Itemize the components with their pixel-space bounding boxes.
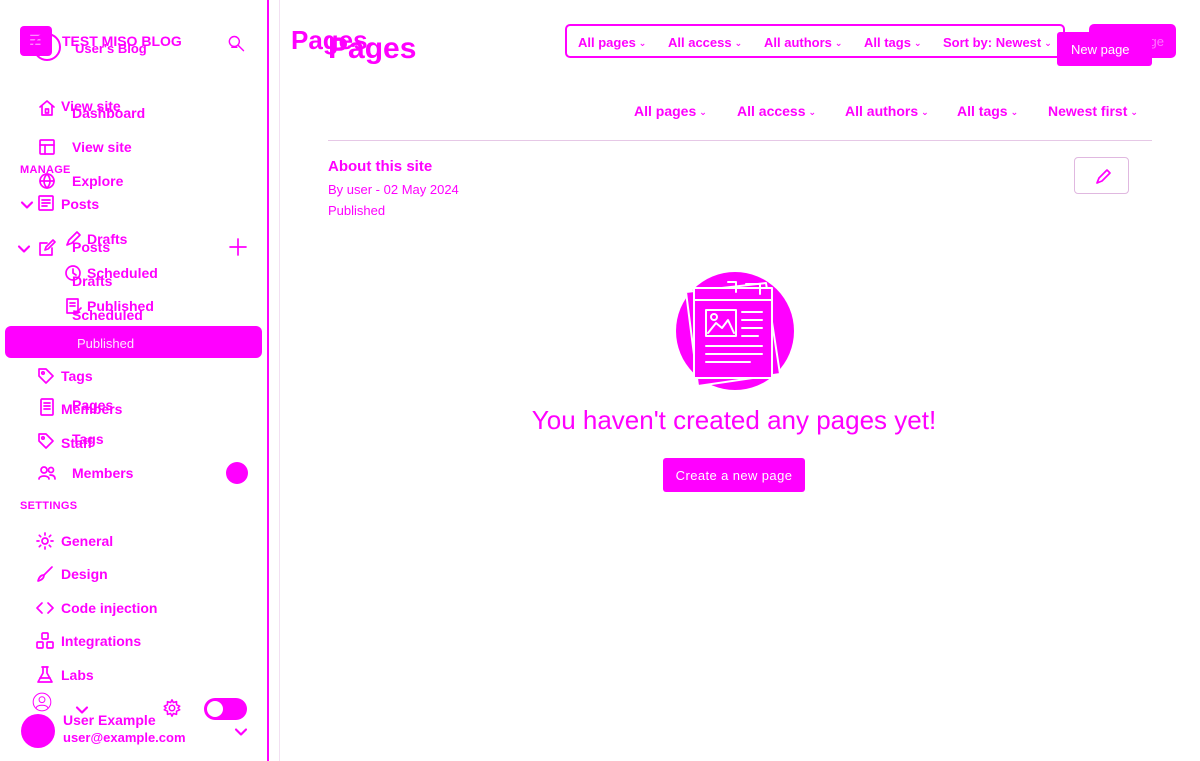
top-filter-tags[interactable]: All tags ⌄: [864, 35, 922, 50]
brush-icon: [35, 564, 55, 584]
top-filter-access[interactable]: All access ⌄: [668, 35, 742, 50]
edit-icon: [37, 238, 57, 258]
code-icon: [35, 598, 55, 618]
user-email: user@example.com: [63, 730, 186, 745]
list-divider: [328, 140, 1152, 141]
user-name: User Example: [63, 712, 156, 728]
nav-tags-a[interactable]: Tags: [61, 368, 93, 384]
members-icon: [37, 463, 57, 483]
item-title: About this site: [328, 158, 433, 175]
posts-icon: [36, 193, 56, 213]
empty-state-message: You haven't created any pages yet!: [531, 405, 937, 435]
item-status: Published: [328, 203, 386, 218]
sidebar: ☰ TEST MISO BLOG User's Blog View site D…: [0, 0, 269, 761]
chevron-down-icon: ⌄: [734, 38, 743, 48]
nav-explore[interactable]: Explore: [72, 173, 123, 189]
chevron-down-icon: ⌄: [1010, 107, 1019, 117]
plus-icon[interactable]: [228, 237, 248, 257]
chevron-down-icon: ⌄: [1130, 107, 1138, 117]
staff-icon: [36, 431, 56, 451]
dark-mode-toggle[interactable]: [204, 698, 247, 720]
nav-staff[interactable]: Staff: [61, 435, 92, 451]
chevron-down-icon: ⌄: [1044, 38, 1052, 48]
toggle-knob: [207, 701, 223, 717]
chevron-down-icon[interactable]: [14, 239, 31, 255]
filter-access[interactable]: All access ⌄: [737, 103, 816, 119]
chevron-down-icon[interactable]: [17, 195, 34, 211]
nav-posts-b[interactable]: Posts: [72, 239, 110, 255]
members-indicator-dot: [226, 462, 248, 484]
tag-icon: [36, 366, 56, 386]
top-filter-authors[interactable]: All authors ⌄: [764, 35, 842, 50]
nav-view-site-b[interactable]: View site: [72, 139, 132, 155]
integrations-icon: [35, 631, 55, 651]
nav-posts-a[interactable]: Posts: [61, 196, 99, 212]
nav-members-b[interactable]: Members: [72, 465, 133, 481]
nav-members-a[interactable]: Members: [61, 401, 122, 417]
chevron-down-icon: ⌄: [913, 38, 922, 48]
filter-pages[interactable]: All pages ⌄: [634, 103, 707, 119]
chevron-down-icon: ⌄: [834, 38, 843, 48]
search-icon[interactable]: [226, 34, 248, 58]
layout-icon: [37, 137, 57, 157]
top-filter-bar: All pages ⌄ All access ⌄ All authors ⌄ All …: [565, 24, 1065, 58]
page-title: Pages: [328, 32, 417, 65]
top-filter-sort[interactable]: Sort by: Newest ⌄: [943, 35, 1052, 50]
settings-section-label: SETTINGS: [20, 500, 78, 512]
top-filter-pages[interactable]: All pages ⌄: [578, 35, 646, 50]
create-page-button[interactable]: Create a new page: [663, 458, 805, 492]
settings-gear-icon[interactable]: [162, 698, 184, 720]
item-byline: By user - 02 May 2024: [328, 182, 459, 197]
empty-pages-illustration: [674, 270, 796, 392]
list-item[interactable]: About this site By user - 02 May 2024 Pu…: [328, 158, 1028, 220]
chevron-down-icon: ⌄: [638, 38, 647, 48]
site-subtitle: User's Blog: [75, 41, 147, 56]
pages-icon: [37, 397, 57, 417]
nav-integrations[interactable]: Integrations: [61, 633, 141, 649]
filter-sort[interactable]: Newest first ⌄: [1048, 103, 1138, 119]
site-avatar-ring: [33, 33, 61, 61]
nav-general[interactable]: General: [61, 533, 113, 549]
nav-active-pages[interactable]: Published: [5, 326, 262, 358]
nav-dashboard[interactable]: Dashboard: [72, 105, 145, 121]
nav-code-injection[interactable]: Code injection: [61, 600, 157, 616]
chevron-down-icon: ⌄: [808, 107, 817, 117]
chevron-down-icon: ⌄: [921, 107, 929, 117]
filter-tags[interactable]: All tags ⌄: [957, 103, 1018, 119]
edit-button[interactable]: [1074, 157, 1129, 194]
flask-icon: [35, 665, 55, 685]
new-page-button[interactable]: New page: [1057, 32, 1152, 66]
content-left-edge: [279, 0, 280, 761]
chevron-down-icon: ⌄: [699, 107, 707, 117]
gear-icon: [35, 531, 55, 551]
chevron-down-icon[interactable]: [231, 722, 248, 738]
filter-authors[interactable]: All authors ⌄: [845, 103, 929, 119]
nav-drafts-b[interactable]: Drafts: [72, 273, 112, 289]
user-avatar[interactable]: [21, 714, 55, 748]
globe-icon: [37, 171, 57, 191]
pencil-icon: [1093, 167, 1111, 185]
nav-active-label: Published: [77, 336, 135, 351]
nav-design[interactable]: Design: [61, 566, 108, 582]
nav-labs[interactable]: Labs: [61, 667, 94, 683]
home-icon: [37, 98, 57, 118]
nav-scheduled-b[interactable]: Scheduled: [72, 307, 143, 323]
